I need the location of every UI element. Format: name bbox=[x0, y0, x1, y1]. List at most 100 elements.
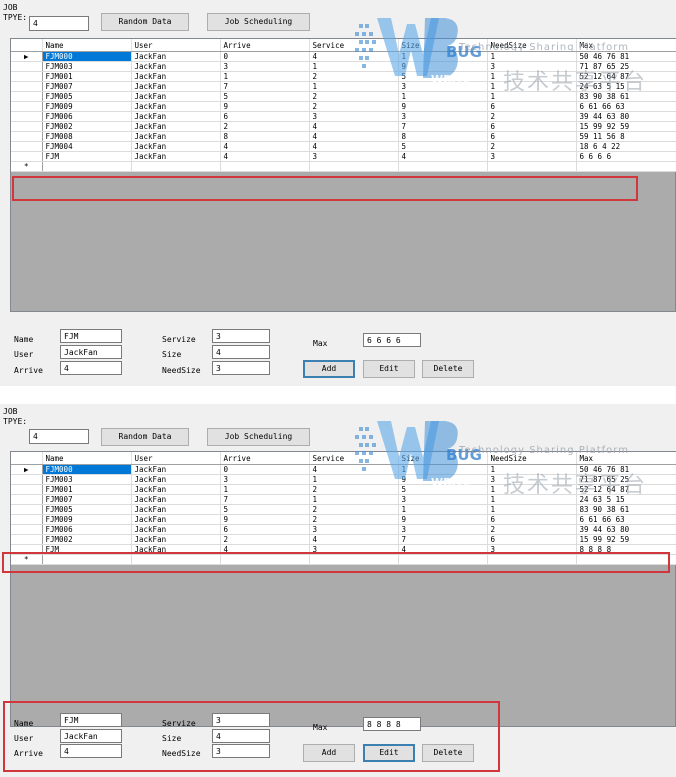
table-cell-needsize[interactable]: 2 bbox=[487, 141, 577, 152]
table-cell-arrive[interactable]: 0 bbox=[220, 464, 310, 475]
table-row[interactable]: FJM009 JackFan 9 2 9 6 6 61 66 63 bbox=[11, 514, 676, 525]
table-row[interactable]: FJM002 JackFan 2 4 7 6 15 99 92 59 bbox=[11, 534, 676, 545]
column-header-size[interactable]: Size bbox=[398, 39, 488, 52]
table-cell-service[interactable]: 1 bbox=[309, 61, 399, 72]
table-cell-size[interactable]: 9 bbox=[398, 474, 488, 485]
table-cell-arrive[interactable]: 4 bbox=[220, 141, 310, 152]
row-header[interactable] bbox=[11, 101, 43, 112]
table-cell-service[interactable]: 3 bbox=[309, 524, 399, 535]
needsize-input[interactable]: 3 bbox=[212, 744, 270, 758]
table-cell-user[interactable]: JackFan bbox=[131, 474, 221, 485]
table-cell-name[interactable]: FJM001 bbox=[42, 71, 132, 82]
new-row-cell[interactable] bbox=[309, 554, 399, 565]
table-cell-size[interactable]: 3 bbox=[398, 111, 488, 122]
table-cell-size[interactable]: 3 bbox=[398, 494, 488, 505]
new-row-cell[interactable] bbox=[398, 554, 488, 565]
column-header-needsize[interactable]: NeedSize bbox=[487, 39, 577, 52]
table-row[interactable]: ▶ FJM000 JackFan 0 4 1 1 50 46 76 81 bbox=[11, 51, 676, 62]
new-row-cell[interactable] bbox=[398, 161, 488, 172]
table-cell-user[interactable]: JackFan bbox=[131, 81, 221, 92]
table-cell-user[interactable]: JackFan bbox=[131, 141, 221, 152]
row-header[interactable] bbox=[11, 121, 43, 132]
row-header[interactable] bbox=[11, 504, 43, 515]
table-cell-max[interactable]: 39 44 63 80 bbox=[576, 111, 676, 122]
new-row-cell[interactable] bbox=[576, 554, 676, 565]
column-header-name[interactable]: Name bbox=[42, 452, 132, 465]
table-cell-name[interactable]: FJM008 bbox=[42, 131, 132, 142]
table-cell-arrive[interactable]: 9 bbox=[220, 514, 310, 525]
table-row[interactable]: FJM007 JackFan 7 1 3 1 24 63 5 15 bbox=[11, 494, 676, 505]
table-cell-needsize[interactable]: 1 bbox=[487, 71, 577, 82]
new-row-asterisk-icon[interactable]: * bbox=[11, 161, 43, 172]
table-cell-service[interactable]: 4 bbox=[309, 121, 399, 132]
column-header-size[interactable]: Size bbox=[398, 452, 488, 465]
table-row[interactable]: FJM009 JackFan 9 2 9 6 6 61 66 63 bbox=[11, 101, 676, 112]
table-cell-service[interactable]: 2 bbox=[309, 504, 399, 515]
table-cell-max[interactable]: 59 11 56 8 bbox=[576, 131, 676, 142]
table-cell-name[interactable]: FJM002 bbox=[42, 534, 132, 545]
table-cell-size[interactable]: 4 bbox=[398, 151, 488, 162]
table-row[interactable]: FJM006 JackFan 6 3 3 2 39 44 63 80 bbox=[11, 524, 676, 535]
row-header[interactable] bbox=[11, 71, 43, 82]
table-cell-needsize[interactable]: 6 bbox=[487, 534, 577, 545]
column-header-service[interactable]: Service bbox=[309, 39, 399, 52]
edit-button[interactable]: Edit bbox=[363, 360, 415, 378]
user-input[interactable]: JackFan bbox=[60, 345, 122, 359]
table-row[interactable]: FJM006 JackFan 6 3 3 2 39 44 63 80 bbox=[11, 111, 676, 122]
job-scheduling-button[interactable]: Job Scheduling bbox=[207, 428, 310, 446]
row-header[interactable] bbox=[11, 91, 43, 102]
new-row-cell[interactable] bbox=[42, 554, 132, 565]
table-cell-max[interactable]: 15 99 92 59 bbox=[576, 534, 676, 545]
table-cell-arrive[interactable]: 1 bbox=[220, 71, 310, 82]
delete-button[interactable]: Delete bbox=[422, 360, 474, 378]
table-cell-service[interactable]: 2 bbox=[309, 484, 399, 495]
table-cell-service[interactable]: 3 bbox=[309, 544, 399, 555]
new-row-cell[interactable] bbox=[131, 161, 221, 172]
column-header-max[interactable]: Max bbox=[576, 452, 676, 465]
table-row[interactable]: FJM007 JackFan 7 1 3 1 24 63 5 15 bbox=[11, 81, 676, 92]
table-row[interactable]: ▶ FJM000 JackFan 0 4 1 1 50 46 76 81 bbox=[11, 464, 676, 475]
user-input[interactable]: JackFan bbox=[60, 729, 122, 743]
table-cell-needsize[interactable]: 1 bbox=[487, 91, 577, 102]
new-row-cell[interactable] bbox=[42, 161, 132, 172]
table-row[interactable]: FJM003 JackFan 3 1 9 3 71 87 65 25 bbox=[11, 474, 676, 485]
table-cell-size[interactable]: 7 bbox=[398, 534, 488, 545]
table-cell-max[interactable]: 8 8 8 8 bbox=[576, 544, 676, 555]
table-cell-arrive[interactable]: 2 bbox=[220, 534, 310, 545]
row-header[interactable] bbox=[11, 151, 43, 162]
column-header-service[interactable]: Service bbox=[309, 452, 399, 465]
table-cell-needsize[interactable]: 6 bbox=[487, 101, 577, 112]
table-cell-arrive[interactable]: 9 bbox=[220, 101, 310, 112]
new-row-cell[interactable] bbox=[131, 554, 221, 565]
add-button[interactable]: Add bbox=[303, 360, 355, 378]
table-cell-user[interactable]: JackFan bbox=[131, 111, 221, 122]
row-header[interactable] bbox=[11, 141, 43, 152]
table-cell-name[interactable]: FJM006 bbox=[42, 524, 132, 535]
table-cell-user[interactable]: JackFan bbox=[131, 121, 221, 132]
table-cell-needsize[interactable]: 1 bbox=[487, 484, 577, 495]
type-input[interactable]: 4 bbox=[29, 16, 89, 31]
table-cell-service[interactable]: 1 bbox=[309, 494, 399, 505]
table-cell-size[interactable]: 7 bbox=[398, 121, 488, 132]
table-row[interactable]: FJM008 JackFan 8 4 8 6 59 11 56 8 bbox=[11, 131, 676, 142]
table-cell-max[interactable]: 24 63 5 15 bbox=[576, 494, 676, 505]
table-cell-needsize[interactable]: 6 bbox=[487, 121, 577, 132]
table-cell-size[interactable]: 1 bbox=[398, 91, 488, 102]
service-input[interactable]: 3 bbox=[212, 713, 270, 727]
table-cell-arrive[interactable]: 8 bbox=[220, 131, 310, 142]
table-cell-max[interactable]: 6 61 66 63 bbox=[576, 101, 676, 112]
table-cell-name[interactable]: FJM005 bbox=[42, 504, 132, 515]
table-cell-arrive[interactable]: 0 bbox=[220, 51, 310, 62]
row-header[interactable] bbox=[11, 81, 43, 92]
table-cell-size[interactable]: 1 bbox=[398, 504, 488, 515]
table-row[interactable]: FJM005 JackFan 5 2 1 1 83 90 38 61 bbox=[11, 504, 676, 515]
table-cell-needsize[interactable]: 1 bbox=[487, 51, 577, 62]
name-input[interactable]: FJM bbox=[60, 329, 122, 343]
table-cell-max[interactable]: 52 12 64 87 bbox=[576, 71, 676, 82]
table-cell-name[interactable]: FJM003 bbox=[42, 61, 132, 72]
table-cell-name[interactable]: FJM006 bbox=[42, 111, 132, 122]
table-cell-size[interactable]: 3 bbox=[398, 81, 488, 92]
edit-button[interactable]: Edit bbox=[363, 744, 415, 762]
table-cell-needsize[interactable]: 3 bbox=[487, 544, 577, 555]
table-cell-max[interactable]: 83 90 38 61 bbox=[576, 91, 676, 102]
